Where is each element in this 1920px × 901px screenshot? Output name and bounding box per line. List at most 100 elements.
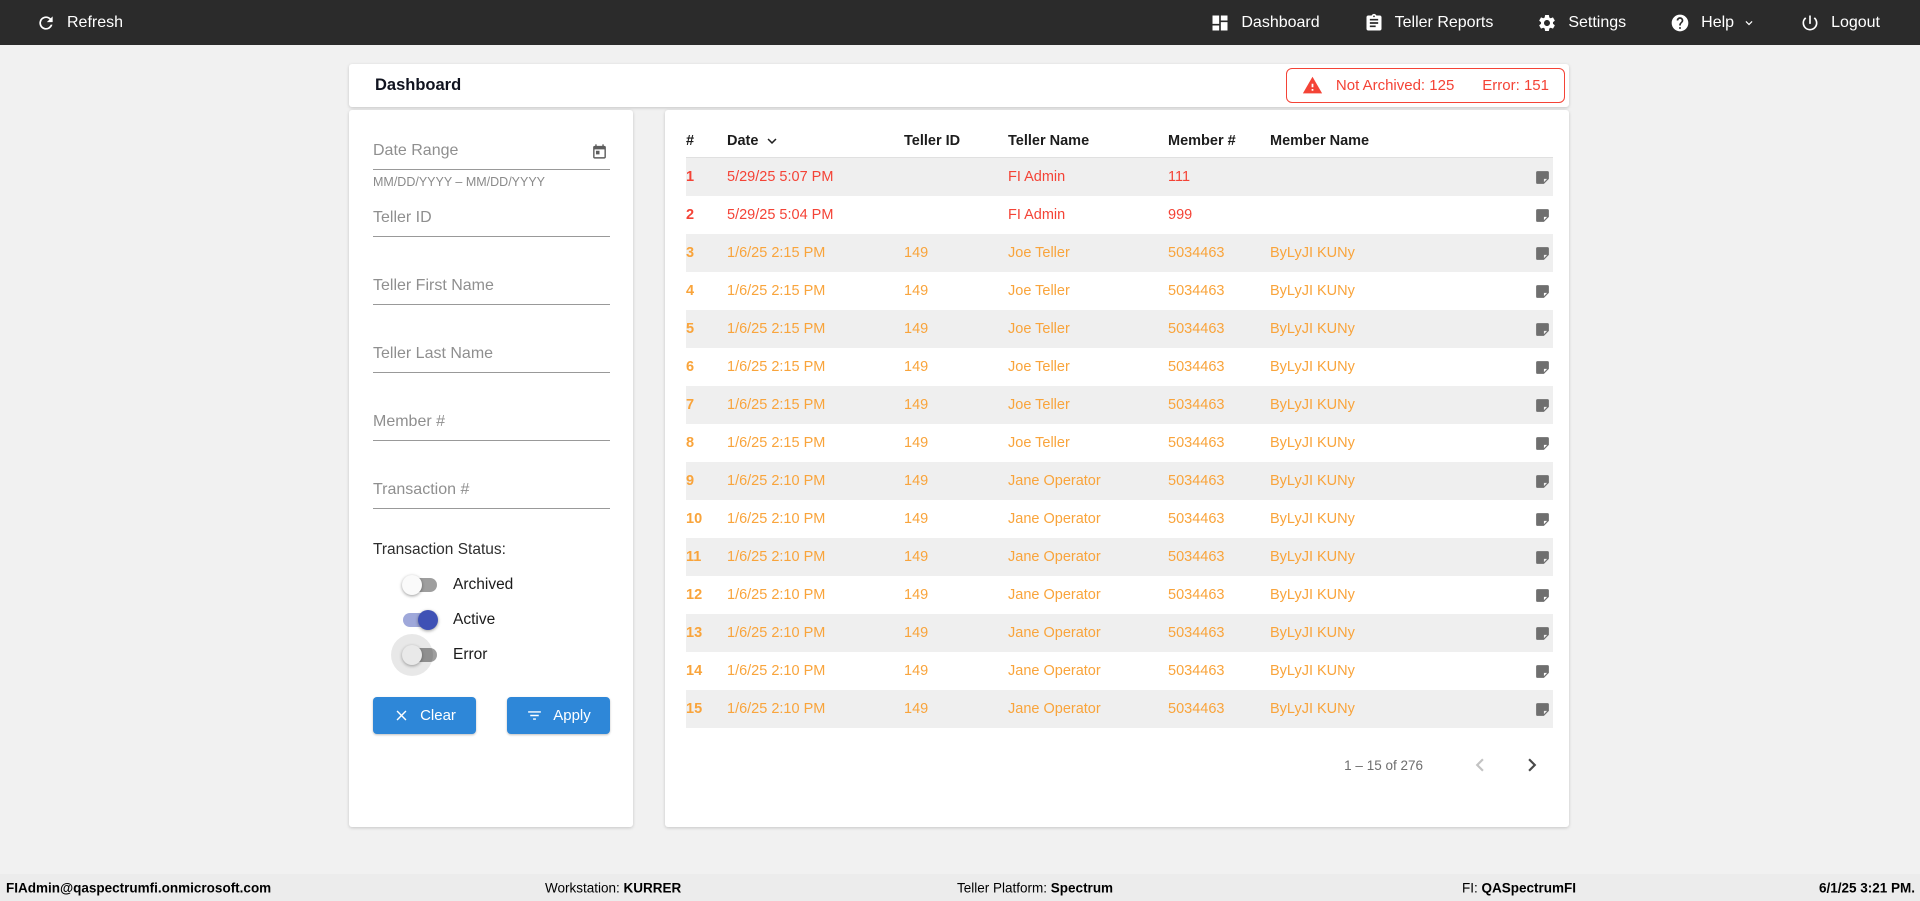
- refresh-button[interactable]: Refresh: [36, 13, 123, 33]
- cell-row-number: 10: [686, 511, 727, 527]
- error-switch[interactable]: [402, 645, 438, 665]
- note-icon[interactable]: [1534, 207, 1551, 224]
- cell-row-number: 2: [686, 207, 727, 223]
- note-icon[interactable]: [1534, 321, 1551, 338]
- cell-member-name: ByLyJI KUNy: [1270, 283, 1511, 299]
- cell-member-number: 5034463: [1168, 549, 1270, 565]
- note-icon[interactable]: [1534, 549, 1551, 566]
- footer-fi-label: FI:: [1462, 880, 1478, 895]
- cell-teller-id: 149: [904, 397, 1008, 413]
- apply-button[interactable]: Apply: [507, 697, 610, 734]
- table-row[interactable]: 14 1/6/25 2:10 PM 149 Jane Operator 5034…: [686, 652, 1553, 690]
- alert-badge[interactable]: Not Archived: 125 Error: 151: [1286, 68, 1565, 103]
- cell-date: 1/6/25 2:10 PM: [727, 473, 904, 489]
- footer-fi: FI: QASpectrumFI: [1462, 880, 1576, 895]
- next-page-button[interactable]: [1519, 752, 1545, 778]
- teller-id-input[interactable]: [373, 201, 610, 237]
- cell-teller-name: Jane Operator: [1008, 549, 1168, 565]
- teller-last-name-input[interactable]: [373, 337, 610, 373]
- cell-row-number: 8: [686, 435, 727, 451]
- nav-help[interactable]: Help: [1670, 13, 1756, 33]
- cell-teller-id: 149: [904, 701, 1008, 717]
- footer-user: FIAdmin@qaspectrumfi.onmicrosoft.com: [6, 880, 271, 895]
- note-icon[interactable]: [1534, 169, 1551, 186]
- table-row[interactable]: 13 1/6/25 2:10 PM 149 Jane Operator 5034…: [686, 614, 1553, 652]
- warning-icon: [1302, 75, 1323, 96]
- table-row[interactable]: 3 1/6/25 2:15 PM 149 Joe Teller 5034463 …: [686, 234, 1553, 272]
- teller-first-name-field: [373, 269, 610, 305]
- cell-date: 1/6/25 2:10 PM: [727, 625, 904, 641]
- table-row[interactable]: 12 1/6/25 2:10 PM 149 Jane Operator 5034…: [686, 576, 1553, 614]
- cell-row-number: 3: [686, 245, 727, 261]
- teller-first-name-input[interactable]: [373, 269, 610, 305]
- cell-member-number: 5034463: [1168, 359, 1270, 375]
- cell-row-number: 7: [686, 397, 727, 413]
- col-header-date-label: Date: [727, 133, 758, 149]
- note-icon[interactable]: [1534, 701, 1551, 718]
- active-switch[interactable]: [402, 610, 438, 630]
- table-row[interactable]: 11 1/6/25 2:10 PM 149 Jane Operator 5034…: [686, 538, 1553, 576]
- note-icon[interactable]: [1534, 435, 1551, 452]
- cell-teller-name: Jane Operator: [1008, 511, 1168, 527]
- cell-member-name: ByLyJI KUNy: [1270, 663, 1511, 679]
- cell-member-number: 5034463: [1168, 511, 1270, 527]
- top-nav-bar: Refresh Dashboard Teller Reports Setting…: [0, 0, 1920, 45]
- cell-date: 1/6/25 2:15 PM: [727, 397, 904, 413]
- table-row[interactable]: 8 1/6/25 2:15 PM 149 Joe Teller 5034463 …: [686, 424, 1553, 462]
- note-icon[interactable]: [1534, 245, 1551, 262]
- nav-dashboard[interactable]: Dashboard: [1210, 13, 1319, 33]
- nav-settings[interactable]: Settings: [1537, 13, 1626, 33]
- cell-teller-id: 149: [904, 435, 1008, 451]
- cell-member-number: 5034463: [1168, 397, 1270, 413]
- date-range-field: [373, 134, 610, 170]
- footer-workstation-value: KURRER: [624, 880, 682, 895]
- note-icon[interactable]: [1534, 625, 1551, 642]
- page-title: Dashboard: [375, 76, 461, 95]
- cell-teller-name: Joe Teller: [1008, 435, 1168, 451]
- toggle-archived[interactable]: Archived: [373, 567, 610, 602]
- table-row[interactable]: 7 1/6/25 2:15 PM 149 Joe Teller 5034463 …: [686, 386, 1553, 424]
- cell-date: 1/6/25 2:15 PM: [727, 283, 904, 299]
- alert-error-count: Error: 151: [1482, 77, 1549, 94]
- table-row[interactable]: 9 1/6/25 2:10 PM 149 Jane Operator 50344…: [686, 462, 1553, 500]
- toggle-error[interactable]: Error: [373, 637, 610, 672]
- power-icon: [1800, 13, 1820, 33]
- pagination-range-label: 1 – 15 of 276: [1344, 758, 1423, 773]
- table-row[interactable]: 15 1/6/25 2:10 PM 149 Jane Operator 5034…: [686, 690, 1553, 728]
- calendar-icon[interactable]: [591, 143, 608, 160]
- filter-buttons: Clear Apply: [373, 697, 610, 734]
- cell-date: 1/6/25 2:10 PM: [727, 587, 904, 603]
- cell-member-name: ByLyJI KUNy: [1270, 397, 1511, 413]
- note-icon[interactable]: [1534, 397, 1551, 414]
- date-range-input[interactable]: [373, 134, 610, 170]
- table-row[interactable]: 6 1/6/25 2:15 PM 149 Joe Teller 5034463 …: [686, 348, 1553, 386]
- clear-button[interactable]: Clear: [373, 697, 476, 734]
- nav-teller-reports[interactable]: Teller Reports: [1364, 13, 1494, 33]
- table-row[interactable]: 5 1/6/25 2:15 PM 149 Joe Teller 5034463 …: [686, 310, 1553, 348]
- cell-date: 1/6/25 2:15 PM: [727, 245, 904, 261]
- chevron-right-icon: [1519, 752, 1545, 778]
- footer-workstation: Workstation: KURRER: [545, 880, 681, 895]
- transaction-number-input[interactable]: [373, 473, 610, 509]
- cell-teller-id: 149: [904, 663, 1008, 679]
- col-header-date[interactable]: Date: [727, 132, 904, 150]
- cell-member-number: 5034463: [1168, 473, 1270, 489]
- prev-page-button[interactable]: [1467, 752, 1493, 778]
- toggle-active[interactable]: Active: [373, 602, 610, 637]
- chevron-left-icon: [1467, 752, 1493, 778]
- cell-teller-id: 149: [904, 549, 1008, 565]
- table-row[interactable]: 10 1/6/25 2:10 PM 149 Jane Operator 5034…: [686, 500, 1553, 538]
- note-icon[interactable]: [1534, 359, 1551, 376]
- member-number-input[interactable]: [373, 405, 610, 441]
- note-icon[interactable]: [1534, 587, 1551, 604]
- table-row[interactable]: 4 1/6/25 2:15 PM 149 Joe Teller 5034463 …: [686, 272, 1553, 310]
- note-icon[interactable]: [1534, 663, 1551, 680]
- note-icon[interactable]: [1534, 283, 1551, 300]
- cell-member-number: 5034463: [1168, 625, 1270, 641]
- table-row[interactable]: 1 5/29/25 5:07 PM FI Admin 111: [686, 158, 1553, 196]
- nav-logout[interactable]: Logout: [1800, 13, 1880, 33]
- archived-switch[interactable]: [402, 575, 438, 595]
- note-icon[interactable]: [1534, 511, 1551, 528]
- note-icon[interactable]: [1534, 473, 1551, 490]
- table-row[interactable]: 2 5/29/25 5:04 PM FI Admin 999: [686, 196, 1553, 234]
